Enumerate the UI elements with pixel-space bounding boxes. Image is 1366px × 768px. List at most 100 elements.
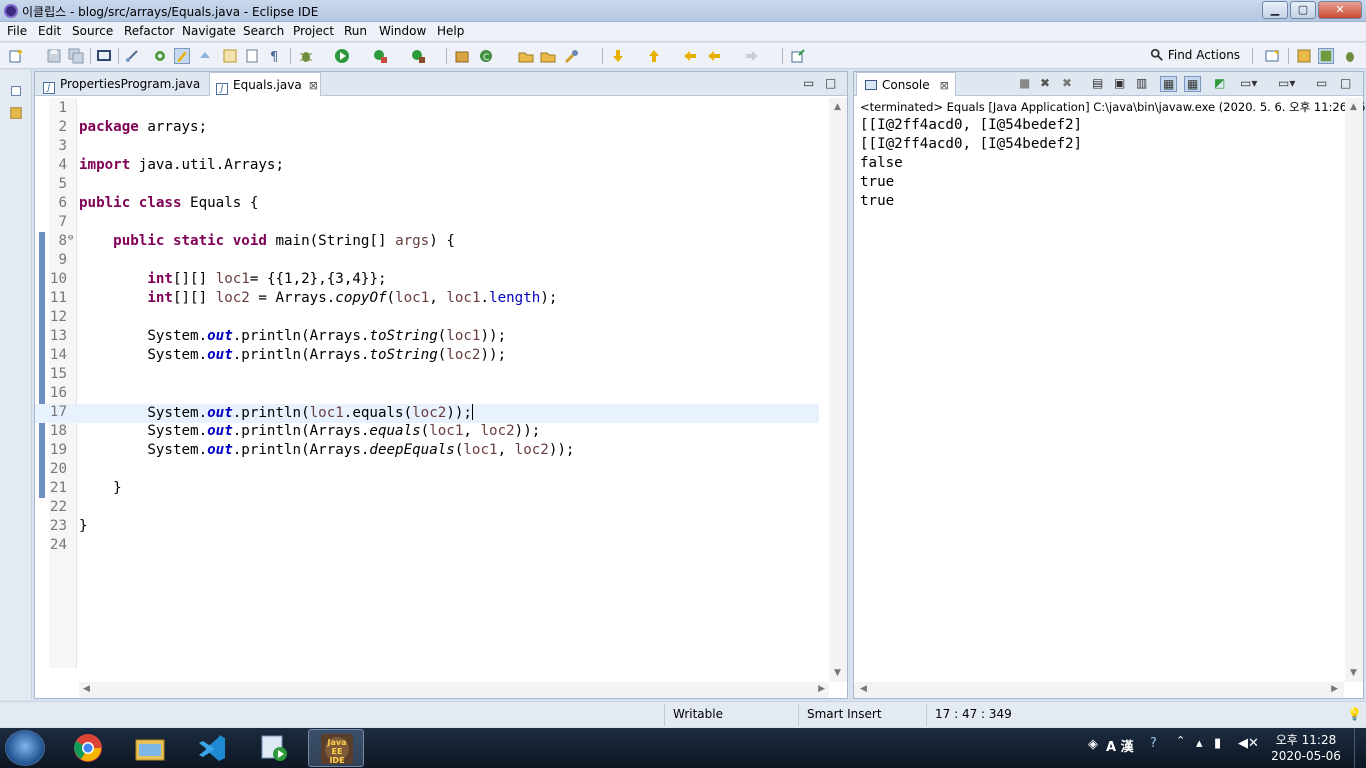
block-selection-icon[interactable]	[198, 48, 214, 64]
word-wrap-icon[interactable]: ▥	[1136, 76, 1147, 90]
menu-edit[interactable]: Edit	[38, 24, 61, 38]
tray-expand-icon[interactable]: ⌃	[1176, 734, 1185, 747]
open-folder-icon[interactable]	[540, 48, 556, 64]
menu-navigate[interactable]: Navigate	[182, 24, 236, 38]
run-icon[interactable]	[334, 48, 350, 64]
show-whitespace-icon[interactable]	[244, 48, 260, 64]
power-icon[interactable]: ▮	[1214, 736, 1221, 751]
start-button[interactable]	[5, 730, 45, 766]
javaee-perspective-icon[interactable]	[1296, 48, 1312, 64]
close-button[interactable]: ✕	[1318, 1, 1362, 19]
fold-toggle-icon[interactable]: ⊖	[68, 233, 73, 243]
scroll-down-icon[interactable]: ▼	[834, 668, 841, 678]
package-explorer-icon[interactable]	[9, 106, 23, 120]
terminate-icon[interactable]: ■	[1019, 76, 1030, 90]
show-on-stderr-icon[interactable]: ▦	[1184, 76, 1202, 92]
console-horizontal-scrollbar[interactable]: ◀ ▶	[854, 682, 1344, 698]
debug-config-icon[interactable]	[152, 48, 168, 64]
show-hidden-icons-icon[interactable]: ▴	[1196, 736, 1203, 751]
help-icon[interactable]: ?	[1150, 736, 1157, 751]
status-divider	[926, 704, 927, 726]
taskbar-media-app[interactable]	[246, 729, 302, 767]
prev-annotation-icon[interactable]	[646, 48, 662, 64]
menu-help[interactable]: Help	[437, 24, 464, 38]
status-divider	[798, 704, 799, 726]
last-edit-icon[interactable]	[682, 48, 698, 64]
minimize-view-icon[interactable]: ▭	[1316, 76, 1327, 90]
scroll-right-icon[interactable]: ▶	[1331, 684, 1338, 694]
open-console-icon[interactable]: ▭▾	[1278, 76, 1295, 90]
close-tab-icon[interactable]: ⊠	[940, 79, 949, 92]
status-cursor-position[interactable]: 17 : 47 : 349	[935, 707, 1012, 721]
scroll-up-icon[interactable]: ▲	[834, 102, 841, 112]
next-annotation-icon[interactable]	[610, 48, 626, 64]
close-tab-icon[interactable]: ⊠	[309, 79, 318, 92]
save-icon[interactable]	[46, 48, 62, 64]
maximize-button[interactable]: ▢	[1290, 1, 1316, 19]
taskbar-chrome[interactable]	[60, 729, 116, 767]
network-globe-icon[interactable]: ◈	[1088, 737, 1098, 752]
scroll-left-icon[interactable]: ◀	[860, 684, 867, 694]
remove-launch-icon[interactable]: ✖	[1040, 76, 1050, 90]
menu-run[interactable]: Run	[344, 24, 367, 38]
scroll-down-icon[interactable]: ▼	[1350, 668, 1357, 678]
menu-file[interactable]: File	[7, 24, 27, 38]
pin-console-icon[interactable]: ◩	[1214, 76, 1225, 90]
taskbar-file-explorer[interactable]	[122, 729, 178, 767]
pilcrow-icon[interactable]: ¶	[266, 48, 282, 64]
coverage-icon[interactable]	[372, 48, 388, 64]
editor-vertical-scrollbar[interactable]: ▲ ▼	[829, 98, 847, 682]
scroll-up-icon[interactable]: ▲	[1350, 102, 1357, 112]
new-java-package-icon[interactable]	[454, 48, 470, 64]
ime-indicator[interactable]: A 漢	[1106, 736, 1134, 755]
taskbar-vscode[interactable]	[184, 729, 240, 767]
code-editor[interactable]: 1 2 package arrays; 3 4 import java.util.A…	[35, 98, 819, 668]
tip-lightbulb-icon[interactable]: 💡	[1347, 707, 1362, 721]
new-java-class-icon[interactable]: C	[478, 48, 494, 64]
debug-icon[interactable]	[298, 48, 314, 64]
clear-console-icon[interactable]: ▤	[1092, 76, 1103, 90]
console-vertical-scrollbar[interactable]: ▲ ▼	[1345, 98, 1363, 682]
volume-muted-icon[interactable]: ◀✕	[1238, 736, 1259, 751]
minimize-view-icon[interactable]: ▭	[803, 76, 814, 90]
maximize-view-icon[interactable]: □	[1340, 76, 1351, 90]
terminal-icon[interactable]	[96, 48, 112, 64]
taskbar-eclipse-javaee[interactable]: Java EE IDE	[308, 729, 364, 767]
tab-console[interactable]: Console ⊠	[856, 72, 956, 96]
status-insert-mode[interactable]: Smart Insert	[807, 707, 882, 721]
show-desktop-button[interactable]	[1354, 728, 1366, 768]
find-actions-button[interactable]: Find Actions	[1150, 48, 1240, 62]
mark-occurrences-icon[interactable]	[174, 48, 190, 64]
scroll-lock-icon[interactable]: ▣	[1114, 76, 1125, 90]
scroll-left-icon[interactable]: ◀	[83, 684, 90, 694]
menu-window[interactable]: Window	[379, 24, 426, 38]
maximize-view-icon[interactable]: □	[825, 76, 836, 90]
menu-search[interactable]: Search	[243, 24, 284, 38]
show-on-stdout-icon[interactable]: ▦	[1160, 76, 1178, 92]
restore-icon[interactable]	[9, 84, 23, 98]
search-icon[interactable]	[564, 48, 580, 64]
tab-equals-java[interactable]: J Equals.java ⊠	[209, 72, 321, 96]
link-icon[interactable]	[124, 48, 140, 64]
debug-perspective-icon[interactable]	[1342, 48, 1358, 64]
open-perspective-icon[interactable]	[1264, 48, 1280, 64]
scroll-right-icon[interactable]: ▶	[818, 684, 825, 694]
prev-edit-icon[interactable]	[222, 48, 238, 64]
menu-refactor[interactable]: Refactor	[124, 24, 174, 38]
forward-icon[interactable]	[744, 48, 760, 64]
java-perspective-icon[interactable]	[1318, 48, 1334, 64]
editor-horizontal-scrollbar[interactable]: ◀ ▶	[79, 682, 829, 698]
menu-project[interactable]: Project	[293, 24, 334, 38]
tab-properties-program[interactable]: J PropertiesProgram.java	[39, 72, 207, 96]
external-tools-icon[interactable]	[410, 48, 426, 64]
save-all-icon[interactable]	[68, 48, 84, 64]
remove-all-launches-icon[interactable]: ✖	[1062, 76, 1072, 90]
back-icon[interactable]	[706, 48, 722, 64]
minimize-button[interactable]: ▁	[1262, 1, 1288, 19]
system-clock[interactable]: 오후 11:28 2020-05-06	[1266, 732, 1346, 764]
new-icon[interactable]	[8, 48, 24, 64]
pin-icon[interactable]	[790, 48, 806, 64]
menu-source[interactable]: Source	[72, 24, 113, 38]
display-console-icon[interactable]: ▭▾	[1240, 76, 1257, 90]
open-type-icon[interactable]	[518, 48, 534, 64]
